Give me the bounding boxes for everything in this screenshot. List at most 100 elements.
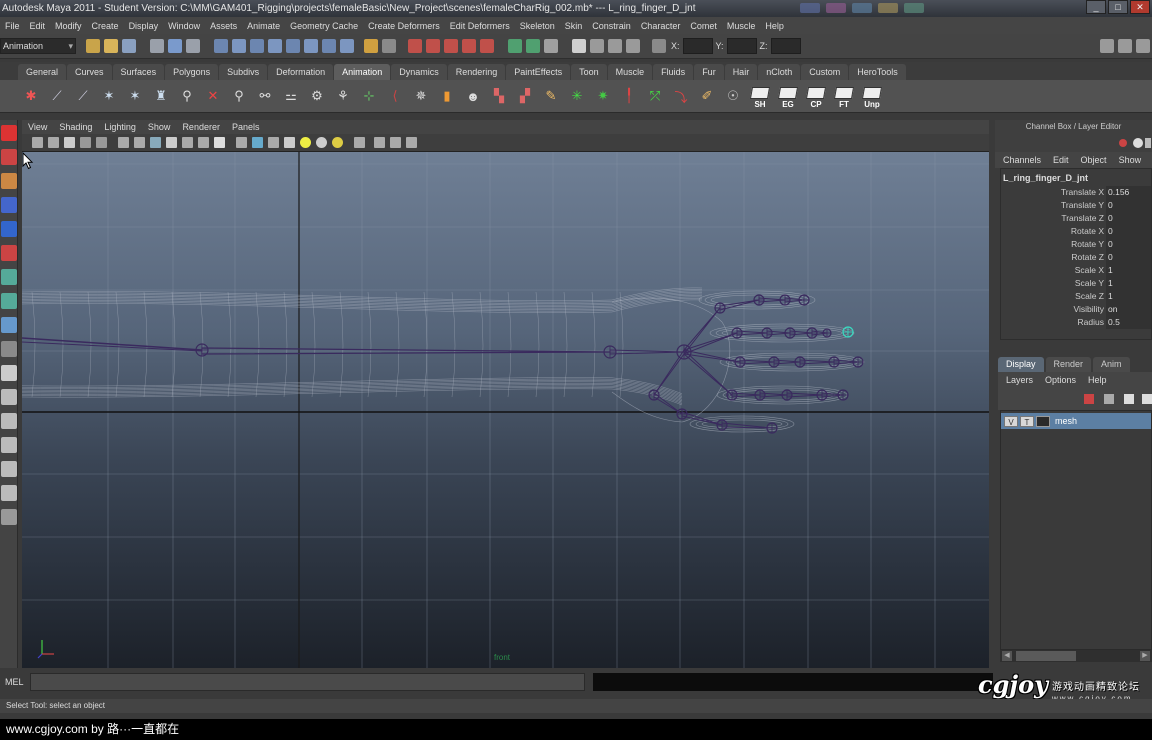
tab-curves[interactable]: Curves: [67, 64, 112, 80]
viewport-menu-view[interactable]: View: [22, 122, 53, 132]
four-pane-layout-icon[interactable]: [1, 389, 17, 405]
reroot-icon[interactable]: ⚘: [332, 85, 354, 107]
snap-grid-icon[interactable]: [408, 39, 422, 53]
mask-dynamic-icon[interactable]: [286, 39, 300, 53]
attribute-row-rotate-z[interactable]: Rotate Z0: [1001, 251, 1151, 264]
bind-skin-icon[interactable]: ▮: [436, 85, 458, 107]
attribute-row-scale-x[interactable]: Scale X1: [1001, 264, 1151, 277]
select-tool-icon[interactable]: [1, 125, 17, 141]
grid-icon[interactable]: [118, 137, 129, 148]
layer-color-swatch[interactable]: [1036, 415, 1050, 427]
channel-menu-object[interactable]: Object: [1073, 155, 1111, 165]
prune-weights-icon[interactable]: ▞: [514, 85, 536, 107]
layer-menu-layers[interactable]: Layers: [998, 375, 1037, 385]
menu-help[interactable]: Help: [760, 21, 789, 31]
render-frame-icon[interactable]: [572, 39, 586, 53]
skeleton-icon[interactable]: ✶: [98, 85, 120, 107]
channel-menu-channels[interactable]: Channels: [995, 155, 1045, 165]
menu-create[interactable]: Create: [87, 21, 124, 31]
layer-tab-render[interactable]: Render: [1045, 357, 1092, 372]
side-by-side-layout-icon[interactable]: [1, 413, 17, 429]
shadows-icon[interactable]: [316, 137, 327, 148]
persp-graph-layout-icon[interactable]: [1, 461, 17, 477]
tab-rendering[interactable]: Rendering: [447, 64, 506, 80]
mel-label[interactable]: MEL: [0, 677, 30, 687]
scale-tool-icon[interactable]: [1, 245, 17, 261]
lasso-tool-icon[interactable]: [1, 149, 17, 165]
textured-icon[interactable]: [284, 137, 295, 148]
history-input-icon[interactable]: [508, 39, 522, 53]
joint-tool-icon[interactable]: ✱: [20, 85, 42, 107]
layer-menu-options[interactable]: Options: [1037, 375, 1080, 385]
wireframe-icon[interactable]: [236, 137, 247, 148]
character-icon[interactable]: ♜: [150, 85, 172, 107]
tab-surfaces[interactable]: Surfaces: [112, 64, 165, 80]
xray-icon[interactable]: [354, 137, 365, 148]
attribute-row-scale-y[interactable]: Scale Y1: [1001, 277, 1151, 290]
mask-joint-icon[interactable]: [214, 39, 228, 53]
attribute-row-translate-x[interactable]: Translate X 0.156: [1001, 186, 1151, 199]
maximize-button[interactable]: □: [1108, 0, 1128, 14]
high-quality-icon[interactable]: [332, 137, 343, 148]
attribute-row-translate-y[interactable]: Translate Y0: [1001, 199, 1151, 212]
viewport-menu-lighting[interactable]: Lighting: [98, 122, 142, 132]
layer-row[interactable]: V Tmesh: [1001, 413, 1151, 429]
snap-point-icon[interactable]: [444, 39, 458, 53]
attribute-value[interactable]: 0.5: [1106, 316, 1151, 329]
film-gate-icon[interactable]: [134, 137, 145, 148]
wireframe-on-shaded-icon[interactable]: [268, 137, 279, 148]
menu-skin[interactable]: Skin: [560, 21, 588, 31]
menu-muscle[interactable]: Muscle: [722, 21, 761, 31]
2d-pan-icon[interactable]: [96, 137, 107, 148]
select-component-icon[interactable]: [186, 39, 200, 53]
tab-toon[interactable]: Toon: [571, 64, 607, 80]
show-manip-icon[interactable]: [1, 317, 17, 333]
shelf-button-unp[interactable]: Unp: [860, 83, 884, 109]
persp-outliner-layout-icon[interactable]: [1, 437, 17, 453]
xray-joints-icon[interactable]: [390, 137, 401, 148]
menu-edit-deformers[interactable]: Edit Deformers: [445, 21, 515, 31]
transform-axis-icon[interactable]: ⤱: [644, 85, 666, 107]
shelf-button-cp[interactable]: CP: [804, 83, 828, 109]
snap-live-icon[interactable]: [480, 39, 494, 53]
show-attribute-editor-icon[interactable]: [1100, 39, 1114, 53]
scroll-thumb[interactable]: [1016, 651, 1076, 661]
tab-herotools[interactable]: HeroTools: [849, 64, 906, 80]
x-input[interactable]: [682, 38, 713, 54]
paint-select-icon[interactable]: [1, 173, 17, 189]
menu-create-deformers[interactable]: Create Deformers: [363, 21, 445, 31]
shelf-button-sh[interactable]: SH: [748, 83, 772, 109]
resolution-gate-icon[interactable]: [150, 137, 161, 148]
menu-constrain[interactable]: Constrain: [587, 21, 636, 31]
orient-joint-icon[interactable]: ⚙: [306, 85, 328, 107]
attribute-row-visibility[interactable]: Visibility on: [1001, 303, 1151, 316]
attribute-value[interactable]: 0: [1106, 225, 1151, 238]
menu-edit[interactable]: Edit: [25, 21, 51, 31]
menu-animate[interactable]: Animate: [242, 21, 285, 31]
insert-joint-icon[interactable]: ⚲: [176, 85, 198, 107]
mask-deform-icon[interactable]: [268, 39, 282, 53]
attribute-value[interactable]: 0.156: [1106, 186, 1151, 199]
menu-file[interactable]: File: [0, 21, 25, 31]
select-hierarchy-icon[interactable]: [150, 39, 164, 53]
locator-star-icon[interactable]: ✳: [566, 85, 588, 107]
attribute-value[interactable]: 0: [1106, 199, 1151, 212]
constraint-icon[interactable]: ⤵: [670, 85, 692, 107]
hypershade-layout-icon[interactable]: [1, 485, 17, 501]
shelf-button-eg[interactable]: EG: [776, 83, 800, 109]
tab-custom[interactable]: Custom: [801, 64, 849, 80]
menu-assets[interactable]: Assets: [205, 21, 242, 31]
menu-geometry-cache[interactable]: Geometry Cache: [285, 21, 363, 31]
snap-curve-icon[interactable]: [426, 39, 440, 53]
channel-menu-edit[interactable]: Edit: [1045, 155, 1073, 165]
scroll-left-icon[interactable]: ◀: [1002, 651, 1012, 661]
select-object-icon[interactable]: [168, 39, 182, 53]
camera-attributes-icon[interactable]: [48, 137, 59, 148]
mirror-joint-icon[interactable]: ⚍: [280, 85, 302, 107]
tab-deformation[interactable]: Deformation: [268, 64, 334, 80]
arc-icon[interactable]: ⟨: [384, 85, 406, 107]
close-button[interactable]: ✕: [1130, 0, 1150, 14]
layer-tab-display[interactable]: Display: [998, 357, 1044, 372]
menu-comet[interactable]: Comet: [685, 21, 722, 31]
axis-icon[interactable]: ⊹: [358, 85, 380, 107]
